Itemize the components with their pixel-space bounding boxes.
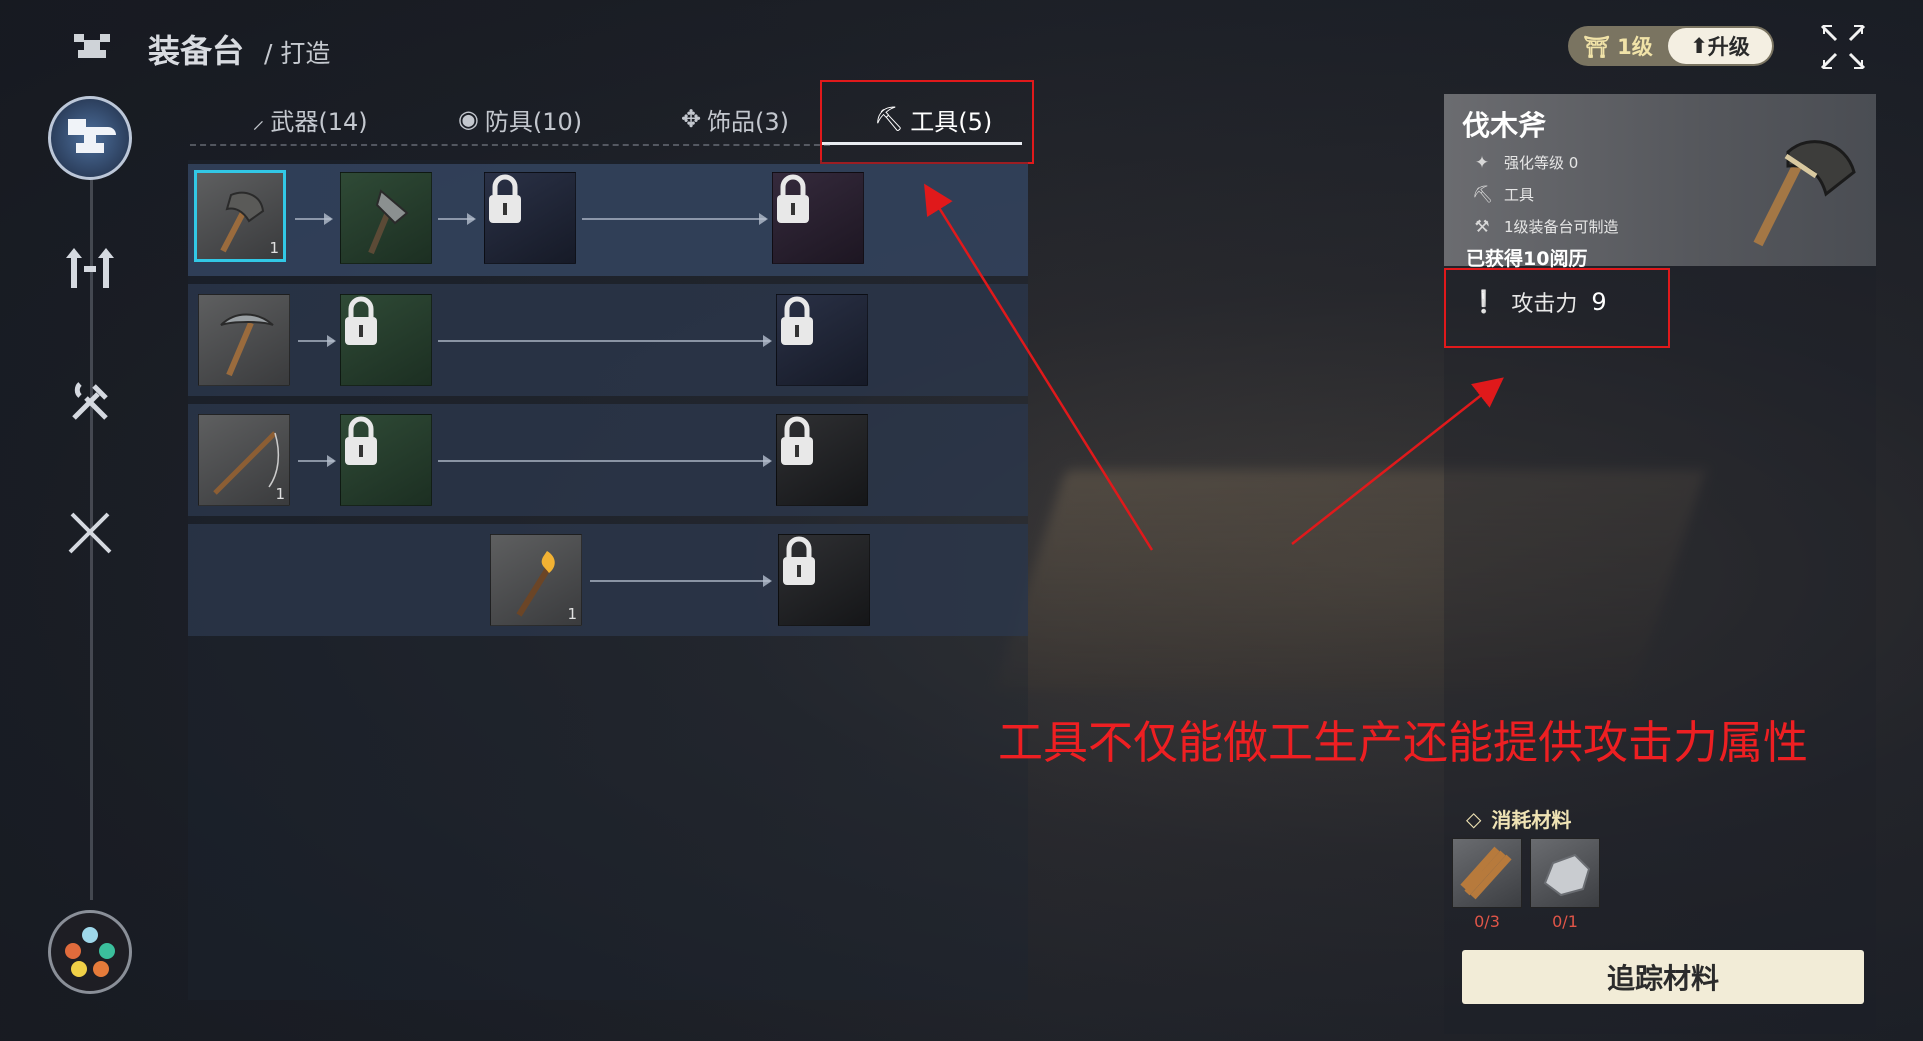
material-stone[interactable] — [1530, 838, 1600, 908]
material-stone-count: 0/1 — [1552, 912, 1578, 931]
material-wood[interactable] — [1452, 838, 1522, 908]
track-materials-button[interactable]: 追踪材料 — [1462, 950, 1864, 1004]
annotation-arrows — [924, 183, 1504, 551]
material-wood-count: 0/3 — [1474, 912, 1500, 931]
wood-icon — [1460, 846, 1512, 900]
stone-icon — [1543, 853, 1591, 897]
materials-title-text: 消耗材料 — [1491, 808, 1572, 832]
diamond-icon: ◇ — [1466, 806, 1482, 831]
annotation-text: 工具不仅能做工生产还能提供攻击力属性 — [998, 716, 1809, 769]
materials-title: ◇ 消耗材料 — [1466, 804, 1571, 833]
